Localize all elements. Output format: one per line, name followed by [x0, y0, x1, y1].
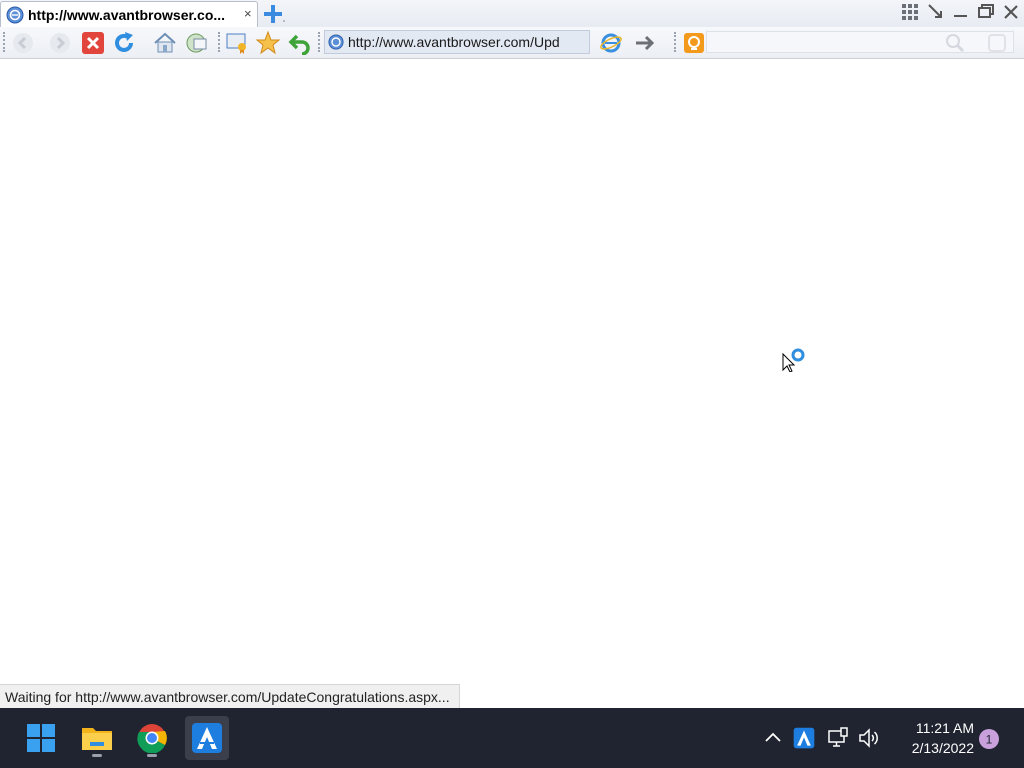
toolbar-grip[interactable]	[3, 32, 7, 52]
tab-strip: http://www.avantbrowser.co... ×	[0, 0, 1024, 28]
new-tab-button[interactable]	[262, 3, 288, 30]
favorites-icon[interactable]	[255, 30, 281, 56]
windows-start-icon[interactable]	[19, 716, 63, 760]
search-icon[interactable]	[942, 30, 968, 56]
grid-icon[interactable]	[901, 3, 919, 26]
chrome-icon[interactable]	[130, 716, 174, 760]
toolbar-grip[interactable]	[318, 32, 322, 52]
address-bar[interactable]: http://www.avantbrowser.com/Upd	[324, 30, 590, 54]
restore-down-icon[interactable]	[927, 3, 945, 26]
file-explorer-icon[interactable]	[75, 716, 119, 760]
busy-cursor-icon	[782, 346, 808, 377]
search-engine-icon[interactable]	[681, 30, 707, 56]
system-clock[interactable]: 11:21 AM 2/13/2022	[890, 718, 974, 758]
browser-tab[interactable]: http://www.avantbrowser.co... ×	[0, 1, 258, 27]
taskbar: 11:21 AM 2/13/2022	[0, 708, 1024, 768]
globe-icon	[328, 34, 344, 55]
tab-title: http://www.avantbrowser.co...	[28, 7, 226, 23]
clock-date: 2/13/2022	[911, 740, 974, 756]
collect-icon[interactable]	[224, 30, 250, 56]
go-arrow-icon[interactable]	[632, 30, 658, 56]
running-indicator	[147, 754, 157, 757]
maximize-icon[interactable]	[977, 3, 995, 26]
forward-icon[interactable]	[47, 30, 73, 56]
toolbar: http://www.avantbrowser.com/Upd	[0, 27, 1024, 59]
volume-icon[interactable]	[858, 708, 880, 768]
status-bar: Waiting for http://www.avantbrowser.com/…	[0, 684, 460, 708]
refresh-icon[interactable]	[111, 30, 137, 56]
toolbar-grip[interactable]	[674, 32, 678, 52]
globe-icon	[6, 6, 24, 29]
close-icon[interactable]	[1002, 3, 1020, 26]
tab-close-button[interactable]: ×	[244, 6, 252, 21]
undo-icon[interactable]	[287, 30, 313, 56]
page-content[interactable]	[0, 59, 1024, 684]
back-icon[interactable]	[10, 30, 36, 56]
clear-icon[interactable]	[984, 30, 1010, 56]
ie-icon[interactable]	[598, 30, 624, 56]
stop-icon[interactable]	[80, 30, 106, 56]
network-icon[interactable]	[827, 708, 849, 768]
minimize-icon[interactable]	[952, 3, 970, 26]
notification-count: 1	[986, 733, 993, 747]
toolbar-grip[interactable]	[218, 32, 222, 52]
group-icon[interactable]	[184, 30, 210, 56]
notification-badge[interactable]: 1	[978, 728, 1000, 755]
avant-tray-icon[interactable]	[793, 708, 815, 768]
clock-time: 11:21 AM	[915, 720, 974, 736]
home-icon[interactable]	[152, 30, 178, 56]
status-text: Waiting for http://www.avantbrowser.com/…	[5, 689, 450, 705]
chevron-up-icon[interactable]	[763, 708, 783, 768]
address-input[interactable]: http://www.avantbrowser.com/Upd	[348, 34, 588, 50]
avant-browser-icon[interactable]	[185, 716, 229, 760]
running-indicator	[92, 754, 102, 757]
